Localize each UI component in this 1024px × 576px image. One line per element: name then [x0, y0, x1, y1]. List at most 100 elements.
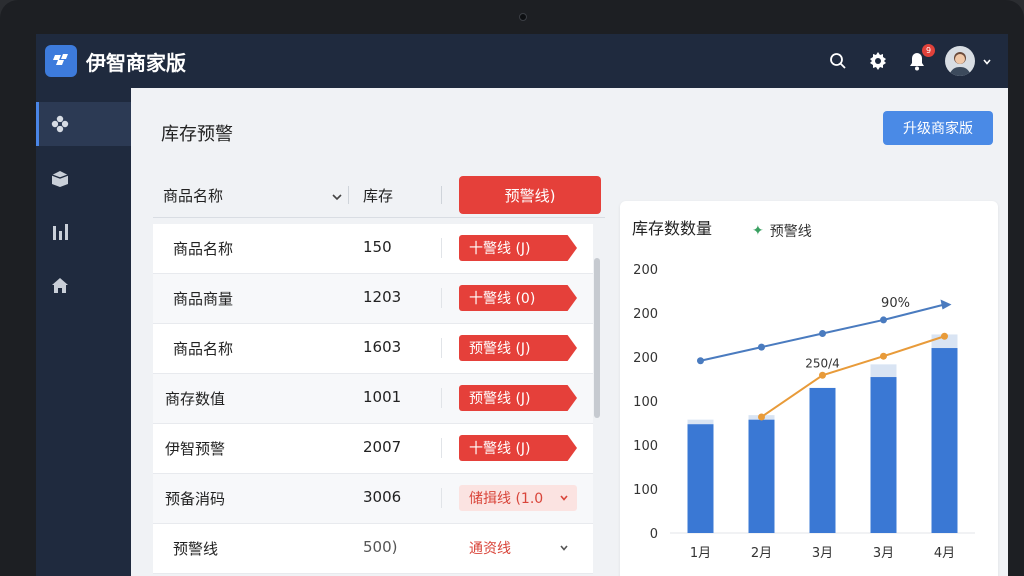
warning-select-value: 通资线: [469, 541, 511, 557]
sidebar-item-dashboard[interactable]: [36, 102, 131, 146]
y-tick-label: 100: [633, 395, 658, 410]
row-divider: [441, 338, 442, 358]
warning-select[interactable]: 储揖线 (1.0: [459, 485, 577, 511]
y-tick-label: 200: [633, 263, 658, 278]
cell-stock: 500): [363, 538, 398, 556]
upgrade-button[interactable]: 升级商家版: [883, 111, 993, 145]
notification-badge: 9: [922, 44, 935, 57]
stock-chart-card: 库存数数量 ✦ 预警线 0 100 100 100 200 200 200 1月 2月 3月 3月 4…: [620, 201, 998, 576]
sidebar-item-home[interactable]: [36, 264, 131, 308]
warning-select-value: 储揖线 (1.0: [469, 491, 544, 507]
warning-tag[interactable]: 十警线 (0): [459, 285, 577, 311]
bar-top: [870, 364, 897, 378]
column-header-stock[interactable]: 库存: [363, 185, 393, 206]
line-point: [819, 330, 826, 338]
sidebar-item-reports[interactable]: [36, 210, 131, 254]
y-tick-label: 100: [633, 483, 658, 498]
line-point: [819, 371, 826, 379]
app-logo-icon[interactable]: [45, 45, 77, 77]
x-tick-label: 3月: [873, 546, 894, 561]
line-point: [697, 357, 704, 365]
scrollbar[interactable]: [594, 258, 600, 418]
line-point: [880, 316, 887, 324]
line-point: [880, 352, 887, 360]
bar: [748, 419, 775, 533]
bar-top: [687, 419, 714, 425]
row-divider: [441, 488, 442, 508]
search-icon[interactable]: [826, 49, 850, 73]
warning-line: [760, 335, 945, 418]
gear-icon[interactable]: [866, 49, 890, 73]
row-divider: [441, 388, 442, 408]
table-body: 商品名称 150 十警线 (J) 商品商量 1203 十警线 (0) 商品名称 …: [153, 224, 605, 576]
cell-name: 商存数值: [165, 390, 226, 408]
line-arrow-icon: [940, 299, 952, 310]
cell-stock: 2007: [363, 438, 402, 456]
y-tick-label: 200: [633, 351, 658, 366]
top-bar: 伊智商家版 9: [36, 34, 1008, 88]
chevron-down-icon[interactable]: [331, 188, 343, 207]
cell-name: 伊智预警: [165, 440, 226, 458]
main-content: 库存预警 升级商家版 商品名称 库存 预警线) 商品名称 150 十警线 (J): [131, 88, 1008, 576]
annotation-label: 90%: [881, 296, 910, 311]
x-tick-label: 2月: [751, 546, 772, 561]
chevron-down-icon[interactable]: [982, 52, 992, 71]
app-title: 伊智商家版: [86, 51, 186, 75]
chevron-down-icon: [560, 495, 568, 501]
annotation-label: 250/4: [805, 357, 840, 371]
stock-table: 商品名称 库存 预警线) 商品名称 150 十警线 (J) 商品商量 1203 …: [153, 168, 605, 576]
warning-line-button[interactable]: 预警线): [459, 176, 601, 214]
row-divider: [441, 438, 442, 458]
cell-name: 预警线: [173, 540, 219, 558]
table-row[interactable]: 预备消码 3006 储揖线 (1.0: [153, 474, 593, 524]
x-tick-label: 3月: [812, 546, 833, 561]
avatar[interactable]: [945, 46, 975, 76]
chart-bars-icon: [53, 224, 68, 240]
y-tick-label: 0: [650, 527, 658, 542]
page-title: 库存预警: [161, 124, 233, 145]
sidebar: [36, 88, 131, 576]
row-divider: [441, 238, 442, 258]
screen: 伊智商家版 9 库存预警 升级商家版 商品名称 库存 预警线) 商品名称 150…: [36, 34, 1008, 576]
x-tick-label: 4月: [934, 546, 955, 561]
table-row[interactable]: 商品名称 150 十警线 (J): [153, 224, 593, 274]
stock-chart: 0 100 100 100 200 200 200 1月 2月 3月 3月 4月 90% 250/4: [633, 263, 975, 561]
header-divider: [441, 186, 442, 204]
table-header: 商品名称 库存 预警线): [153, 172, 605, 218]
line-point: [941, 332, 948, 340]
cell-name: 商品商量: [173, 290, 234, 308]
warning-tag[interactable]: 预警线 (J): [459, 335, 577, 361]
flower-icon: [51, 115, 69, 133]
sidebar-item-products[interactable]: [36, 156, 131, 200]
cell-name: 预备消码: [165, 490, 226, 508]
home-icon: [52, 278, 68, 293]
warning-select[interactable]: 通资线: [459, 535, 577, 561]
cell-name: 商品名称: [173, 340, 234, 358]
table-row[interactable]: 商品名称 1603 预警线 (J): [153, 324, 593, 374]
table-row[interactable]: 预警线 500) 通资线: [153, 524, 593, 574]
cell-stock: 1001: [363, 388, 402, 406]
line-point: [758, 343, 765, 351]
box-icon: [51, 171, 69, 187]
row-divider: [441, 288, 442, 308]
cell-stock: 3006: [363, 488, 402, 506]
bar: [931, 348, 958, 533]
cell-stock: 150: [363, 238, 392, 256]
warning-tag[interactable]: 十警线 (J): [459, 235, 577, 261]
line-point: [758, 413, 765, 421]
cell-stock: 1603: [363, 338, 402, 356]
warning-tag[interactable]: 十警线 (J): [459, 435, 577, 461]
bar: [687, 424, 714, 533]
warning-tag[interactable]: 预警线 (J): [459, 385, 577, 411]
header-divider: [348, 186, 349, 204]
y-tick-label: 200: [633, 307, 658, 322]
camera: [519, 13, 527, 21]
column-header-name[interactable]: 商品名称: [163, 185, 223, 206]
cell-name: 商品名称: [173, 240, 234, 258]
bar: [870, 377, 897, 533]
table-row[interactable]: 伊智预警 2007 十警线 (J): [153, 424, 593, 474]
cell-stock: 1203: [363, 288, 402, 306]
chevron-down-icon: [560, 545, 568, 551]
table-row[interactable]: 商品商量 1203 十警线 (0): [153, 274, 593, 324]
table-row[interactable]: 商存数值 1001 预警线 (J): [153, 374, 593, 424]
